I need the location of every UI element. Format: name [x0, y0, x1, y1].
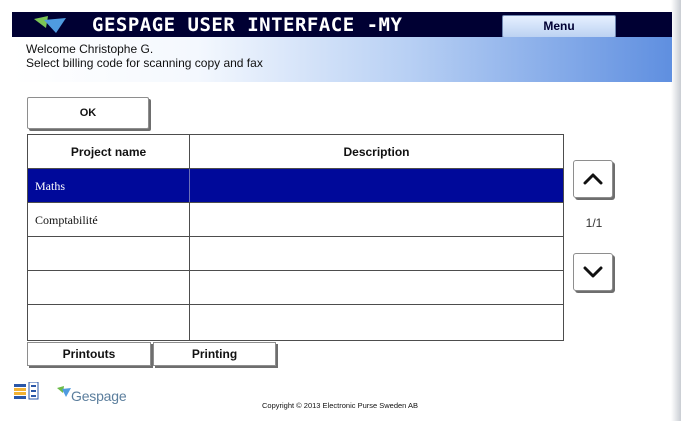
welcome-text: Welcome Christophe G. [26, 42, 154, 56]
gespage-logo-icon [34, 16, 66, 33]
window-shadow [671, 0, 681, 421]
billing-code-table: Project name Description Maths Comptabil… [27, 134, 564, 341]
app-title: GESPAGE USER INTERFACE -MY [92, 14, 403, 36]
gespage-brand-icon [57, 386, 71, 397]
table-row-selected[interactable]: Maths [28, 169, 563, 203]
project-name-cell: Maths [28, 169, 190, 202]
description-cell [190, 203, 563, 236]
column-header-description[interactable]: Description [190, 135, 563, 168]
page-indicator: 1/1 [585, 216, 603, 230]
page-down-button[interactable] [573, 253, 613, 291]
chevron-down-icon [583, 266, 603, 278]
table-header-row: Project name Description [28, 135, 563, 169]
app-window: GESPAGE USER INTERFACE -MY Menu Welcome … [0, 0, 681, 421]
table-row[interactable] [28, 271, 563, 305]
tab-printouts[interactable]: Printouts [27, 342, 151, 366]
page-up-button[interactable] [573, 160, 613, 198]
electronic-purse-logo-icon [14, 382, 39, 400]
project-name-cell [28, 271, 190, 304]
column-header-project-name[interactable]: Project name [28, 135, 190, 168]
description-cell [190, 271, 563, 304]
project-name-cell [28, 237, 190, 270]
description-cell [190, 169, 563, 202]
title-bar: GESPAGE USER INTERFACE -MY Menu [12, 12, 672, 38]
ok-button[interactable]: OK [27, 97, 149, 129]
tab-printing[interactable]: Printing [153, 342, 276, 366]
description-cell [190, 237, 563, 270]
menu-button[interactable]: Menu [502, 15, 616, 38]
project-name-cell [28, 305, 190, 340]
table-row[interactable] [28, 305, 563, 340]
table-row[interactable]: Comptabilité [28, 203, 563, 237]
copyright-text: Copyright © 2013 Electronic Purse Sweden… [262, 401, 419, 410]
description-cell [190, 305, 563, 340]
project-name-cell: Comptabilité [28, 203, 190, 236]
brand-name: Gespage [71, 388, 127, 404]
welcome-banner: Welcome Christophe G. Select billing cod… [12, 37, 672, 82]
instruction-text: Select billing code for scanning copy an… [26, 56, 263, 70]
table-row[interactable] [28, 237, 563, 271]
chevron-up-icon [583, 173, 603, 185]
